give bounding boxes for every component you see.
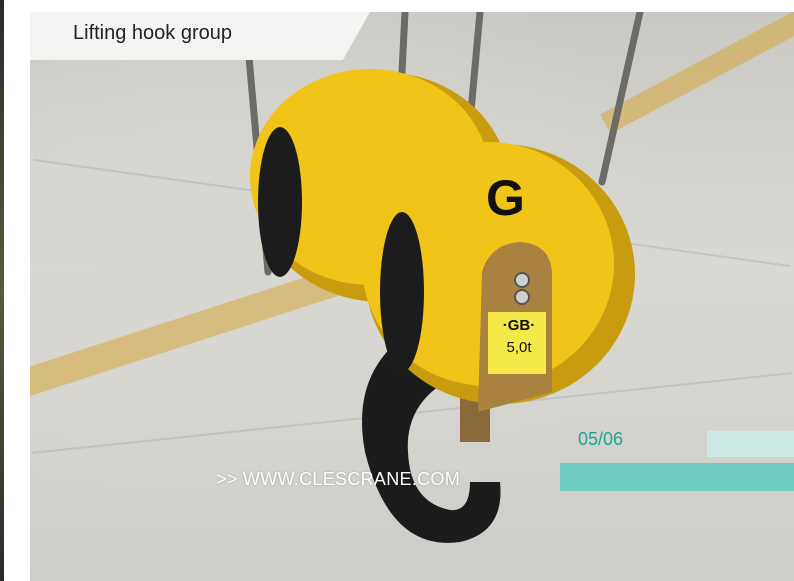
plate-label-capacity: 5,0t (506, 339, 532, 356)
left-edge-strip (0, 0, 4, 581)
page-title: Lifting hook group (73, 22, 233, 44)
url-bar-teal (560, 463, 794, 491)
hook-block-illustration (241, 12, 644, 543)
website-url[interactable]: >> WWW.CLESCRANE.COM (216, 469, 460, 490)
logo-mark-icon: G (486, 170, 525, 226)
product-photo-frame: G ·GB· 5,0t (30, 12, 794, 581)
plate-label-standard: ·GB· (502, 317, 536, 334)
page-counter: 05/06 (578, 429, 624, 449)
pager-bar-light (707, 431, 794, 457)
